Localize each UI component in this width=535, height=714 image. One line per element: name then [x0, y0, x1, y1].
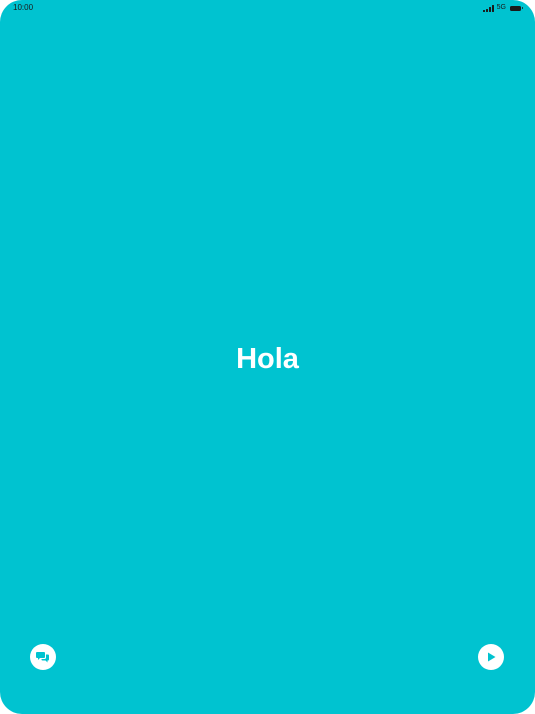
app-screen: 10:00 5G Hola: [0, 0, 535, 714]
chat-button[interactable]: [30, 644, 56, 670]
signal-icon: [482, 4, 494, 12]
chat-icon: [36, 652, 49, 663]
play-button[interactable]: [478, 644, 504, 670]
status-time: 10:00: [13, 3, 34, 12]
battery-icon: [510, 5, 523, 11]
network-label: 5G: [496, 4, 506, 11]
status-bar: 10:00 5G: [0, 0, 535, 16]
greeting-text: Hola: [236, 343, 299, 375]
play-icon: [488, 652, 496, 662]
status-indicators: 5G: [482, 3, 523, 13]
